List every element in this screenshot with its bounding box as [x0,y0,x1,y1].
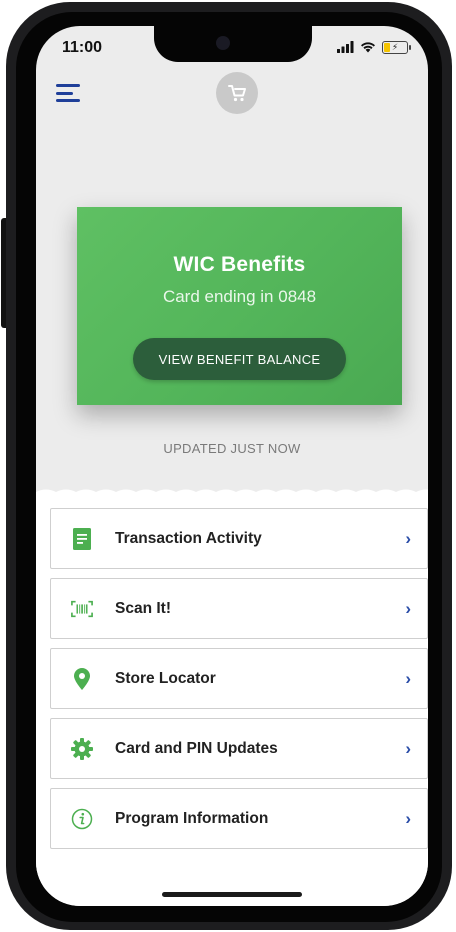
hamburger-menu-icon[interactable] [56,84,80,102]
barcode-scan-icon [71,597,93,621]
menu-item-label: Program Information [115,809,269,827]
battery-level-fill [384,42,391,52]
signal-icon [337,41,354,53]
info-icon [71,807,93,831]
home-indicator[interactable] [162,892,302,897]
wic-benefits-card: WIC Benefits Card ending in 0848 VIEW BE… [77,207,402,405]
document-icon [71,527,93,551]
menu-line [56,91,73,95]
shopping-cart-icon[interactable] [216,72,258,114]
wifi-icon [361,42,375,53]
menu-item-store-locator[interactable]: Store Locator › [50,648,428,709]
view-benefit-balance-button[interactable]: VIEW BENEFIT BALANCE [133,338,346,380]
menu-item-program-information[interactable]: Program Information › [50,788,428,849]
location-pin-icon [71,667,93,691]
front-camera [216,36,230,50]
status-time: 11:00 [62,39,103,56]
phone-notch [154,26,312,62]
menu-item-scan-it[interactable]: Scan It! › [50,578,428,639]
menu-item-label: Card and PIN Updates [115,739,278,757]
card-number-text: Card ending in 0848 [162,287,317,306]
menu-line [56,99,80,102]
chevron-right-icon: › [405,668,411,688]
wavy-divider [36,489,428,504]
card-title: WIC Benefits [173,253,306,276]
status-icons: ⚡ [337,39,411,55]
menu-list: Transaction Activity › Scan It! › Store … [50,508,428,858]
chevron-right-icon: › [405,598,411,618]
menu-item-card-and-pin-updates[interactable]: Card and PIN Updates › [50,718,428,779]
menu-line [56,84,80,87]
app-screen: 11:00 ⚡ WIC Benefits Card ending in 0848… [36,26,428,906]
chevron-right-icon: › [405,808,411,828]
charging-bolt-icon: ⚡ [391,41,399,52]
gear-icon [71,737,93,761]
menu-item-label: Store Locator [115,669,216,687]
battery-charging-icon: ⚡ [382,40,411,54]
menu-item-label: Scan It! [115,599,171,617]
chevron-right-icon: › [405,528,411,548]
updated-status-text: UPDATED JUST NOW [163,441,301,456]
phone-mockup: 11:00 ⚡ WIC Benefits Card ending in 0848… [0,0,456,932]
cart-glyph [228,85,246,102]
menu-item-label: Transaction Activity [115,529,262,547]
menu-item-transaction-activity[interactable]: Transaction Activity › [50,508,428,569]
chevron-right-icon: › [405,738,411,758]
